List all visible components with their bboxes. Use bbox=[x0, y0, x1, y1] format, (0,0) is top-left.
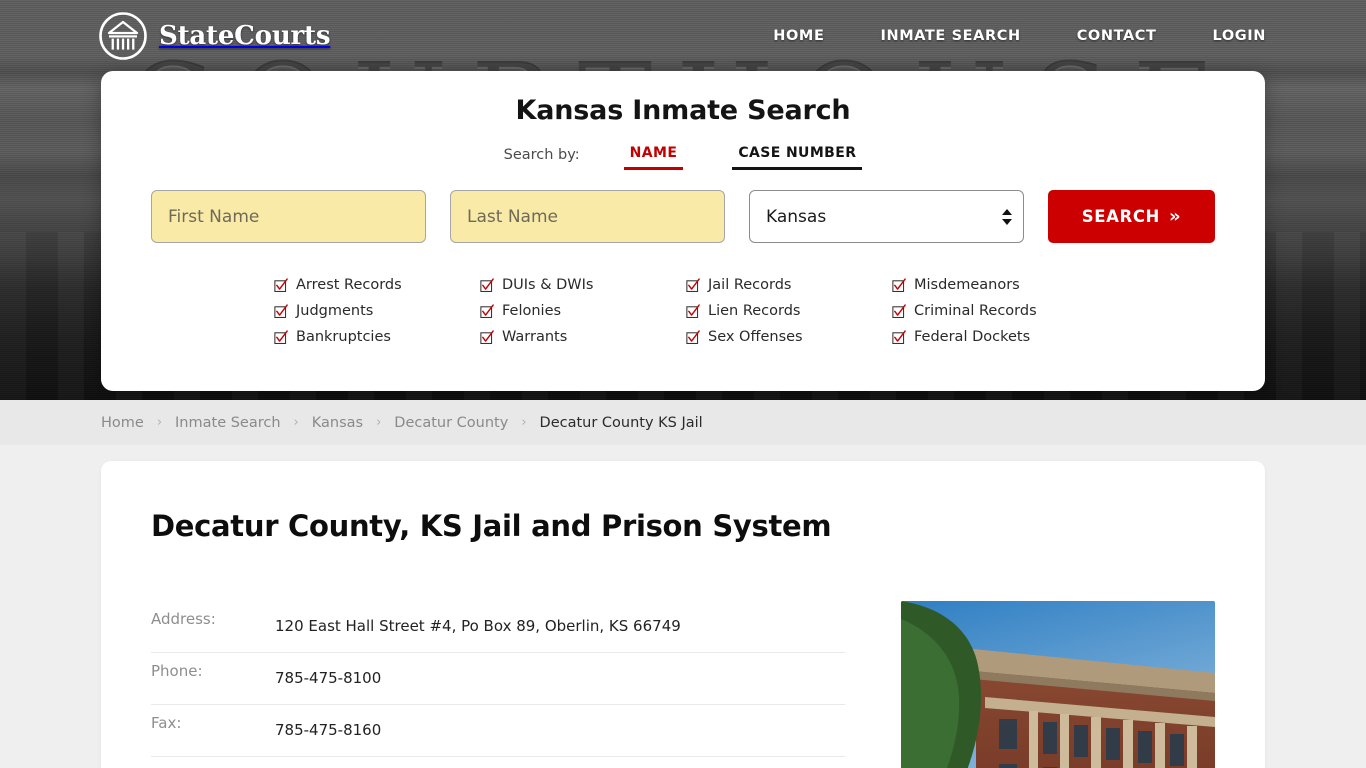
detail-label-website: Website: bbox=[151, 756, 275, 768]
feature-item: Sex Offenses bbox=[686, 325, 892, 349]
table-row: Website: http://kansassheriffs.org/count… bbox=[151, 756, 845, 768]
checkbox-checked-icon bbox=[480, 277, 494, 293]
breadcrumb-item-decatur-county[interactable]: Decatur County bbox=[394, 415, 508, 431]
tab-name[interactable]: NAME bbox=[623, 144, 684, 170]
feature-label: Bankruptcies bbox=[296, 329, 391, 345]
state-select-wrapper: Kansas bbox=[749, 190, 1024, 243]
page-title: Decatur County, KS Jail and Prison Syste… bbox=[151, 509, 832, 543]
table-row: Fax: 785-475-8160 bbox=[151, 704, 845, 757]
search-button[interactable]: SEARCH » bbox=[1048, 190, 1215, 243]
feature-label: Criminal Records bbox=[914, 303, 1037, 319]
search-by-row: Search by: NAME CASE NUMBER bbox=[101, 144, 1265, 170]
chevron-right-icon: › bbox=[521, 415, 527, 430]
breadcrumb: Home › Inmate Search › Kansas › Decatur … bbox=[0, 400, 1366, 445]
content-area: Decatur County, KS Jail and Prison Syste… bbox=[0, 445, 1366, 768]
detail-value-website: http://kansassheriffs.org/county_map/cou… bbox=[275, 756, 845, 768]
breadcrumb-item-kansas[interactable]: Kansas bbox=[312, 415, 363, 431]
feature-label: Jail Records bbox=[708, 277, 792, 293]
facility-photo bbox=[901, 601, 1215, 768]
state-select[interactable]: Kansas bbox=[749, 190, 1024, 243]
nav-item-inmate-search[interactable]: INMATE SEARCH bbox=[880, 28, 1020, 44]
search-form: Kansas SEARCH » bbox=[101, 190, 1265, 243]
nav-item-contact[interactable]: CONTACT bbox=[1077, 28, 1157, 44]
checkbox-checked-icon bbox=[686, 277, 700, 293]
detail-value-address: 120 East Hall Street #4, Po Box 89, Ober… bbox=[275, 617, 681, 636]
feature-label: Arrest Records bbox=[296, 277, 402, 293]
feature-item: Judgments bbox=[274, 299, 480, 323]
search-card-title: Kansas Inmate Search bbox=[515, 95, 851, 126]
chevron-right-icon: › bbox=[156, 415, 163, 430]
courthouse-circle-icon bbox=[98, 11, 148, 61]
feature-item: Jail Records bbox=[686, 273, 892, 297]
nav-item-login[interactable]: LOGIN bbox=[1213, 28, 1266, 44]
feature-item: Criminal Records bbox=[892, 299, 1098, 323]
first-name-input[interactable] bbox=[151, 190, 426, 243]
main-nav: HOME INMATE SEARCH CONTACT LOGIN bbox=[773, 28, 1266, 44]
tab-case-number[interactable]: CASE NUMBER bbox=[732, 144, 863, 170]
feature-label: Judgments bbox=[296, 303, 374, 319]
checkbox-checked-icon bbox=[480, 303, 494, 319]
detail-label-address: Address: bbox=[151, 610, 216, 628]
feature-item: Federal Dockets bbox=[892, 325, 1098, 349]
feature-item: Felonies bbox=[480, 299, 686, 323]
feature-item: Warrants bbox=[480, 325, 686, 349]
hero-section: COURTHOUSE StateCourts HOME INMATE SEARC… bbox=[0, 0, 1366, 400]
chevron-right-icon: › bbox=[376, 415, 382, 430]
detail-label-phone: Phone: bbox=[151, 661, 203, 680]
feature-item: Bankruptcies bbox=[274, 325, 480, 349]
feature-item: Arrest Records bbox=[274, 273, 480, 297]
checkbox-checked-icon bbox=[686, 329, 700, 345]
feature-item: Lien Records bbox=[686, 299, 892, 323]
detail-layout: Address: 120 East Hall Street #4, Po Box… bbox=[151, 601, 1215, 768]
table-row: Phone: 785-475-8100 bbox=[151, 652, 845, 705]
detail-label-fax: Fax: bbox=[151, 713, 182, 732]
checkbox-checked-icon bbox=[892, 277, 906, 293]
feature-label: Lien Records bbox=[708, 303, 801, 319]
feature-label: Federal Dockets bbox=[914, 329, 1031, 345]
feature-label: Sex Offenses bbox=[708, 329, 803, 345]
top-navigation-bar: StateCourts HOME INMATE SEARCH CONTACT L… bbox=[0, 0, 1366, 72]
brand-logo-link[interactable]: StateCourts bbox=[98, 11, 330, 61]
facility-detail-card: Decatur County, KS Jail and Prison Syste… bbox=[101, 461, 1265, 768]
chevron-right-icon: › bbox=[293, 415, 299, 430]
checkbox-checked-icon bbox=[274, 303, 288, 319]
feature-label: Warrants bbox=[502, 329, 568, 345]
search-button-label: SEARCH bbox=[1081, 207, 1160, 226]
detail-value-phone: 785-475-8100 bbox=[275, 669, 382, 688]
brand-name: StateCourts bbox=[159, 21, 331, 51]
nav-item-home[interactable]: HOME bbox=[773, 28, 824, 44]
last-name-input[interactable] bbox=[450, 190, 725, 243]
breadcrumb-item-home[interactable]: Home bbox=[101, 415, 144, 431]
breadcrumb-item-inmate-search[interactable]: Inmate Search bbox=[175, 415, 281, 431]
feature-item: DUIs & DWIs bbox=[480, 273, 686, 297]
detail-value-fax: 785-475-8160 bbox=[275, 721, 382, 740]
checkbox-checked-icon bbox=[686, 303, 700, 319]
table-row: Address: 120 East Hall Street #4, Po Box… bbox=[151, 601, 845, 653]
double-chevron-right-icon: » bbox=[1168, 205, 1182, 227]
feature-item: Misdemeanors bbox=[892, 273, 1098, 297]
feature-label: Misdemeanors bbox=[914, 277, 1020, 293]
feature-label: Felonies bbox=[502, 303, 562, 319]
facility-detail-table: Address: 120 East Hall Street #4, Po Box… bbox=[151, 601, 845, 768]
inmate-search-card: Kansas Inmate Search Search by: NAME CAS… bbox=[101, 71, 1265, 391]
feature-label: DUIs & DWIs bbox=[502, 277, 594, 293]
checkbox-checked-icon bbox=[274, 277, 288, 293]
checkbox-checked-icon bbox=[480, 329, 494, 345]
checkbox-checked-icon bbox=[892, 303, 906, 319]
checkbox-checked-icon bbox=[892, 329, 906, 345]
breadcrumb-item-current: Decatur County KS Jail bbox=[539, 414, 703, 431]
search-by-label: Search by: bbox=[503, 147, 580, 163]
feature-checklist: Arrest Records DUIs & DWIs Jail Records … bbox=[101, 273, 1265, 349]
checkbox-checked-icon bbox=[274, 329, 288, 345]
